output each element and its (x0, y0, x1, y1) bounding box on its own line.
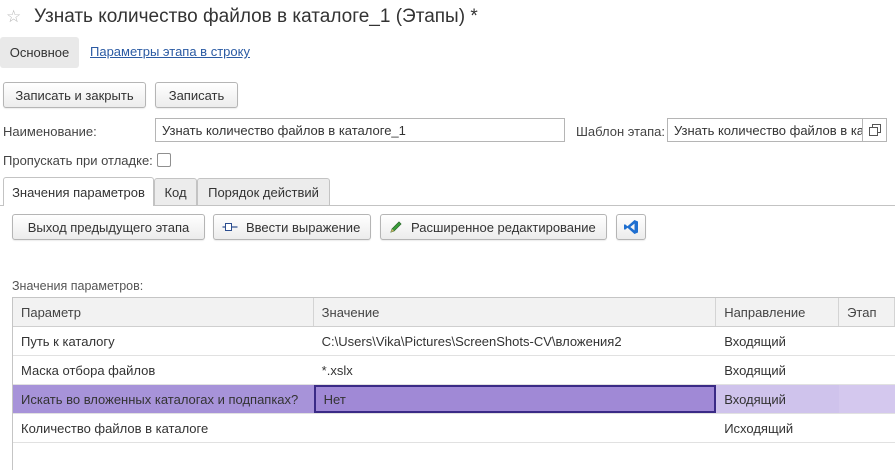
open-form-icon (868, 124, 881, 136)
params-table: Параметр Значение Направление Этап Путь … (12, 297, 895, 470)
vscode-button[interactable] (616, 214, 646, 240)
param-cell: Количество файлов в каталоге (21, 420, 209, 436)
table-header: Параметр Значение Направление Этап (13, 298, 895, 327)
template-label: Шаблон этапа: (576, 124, 666, 139)
param-cell: Маска отбора файлов (21, 362, 156, 378)
vscode-icon (623, 219, 639, 235)
param-cell: Путь к каталогу (21, 333, 115, 349)
enter-expression-label: Ввести выражение (246, 219, 361, 235)
template-field[interactable]: Узнать количество файлов в каталоге_1 (667, 118, 863, 142)
table-row[interactable]: Путь к каталогу C:\Users\Vika\Pictures\S… (13, 327, 895, 356)
value-cell[interactable]: *.xslx (314, 356, 717, 384)
column-header-value[interactable]: Значение (314, 298, 717, 326)
stage-cell (839, 414, 895, 442)
star-icon[interactable]: ☆ (6, 7, 26, 27)
tab-param-values[interactable]: Значения параметров (3, 177, 154, 206)
open-template-button[interactable] (863, 118, 887, 142)
value-cell[interactable] (314, 414, 717, 442)
title-bar: ☆ Узнать количество файлов в каталоге_1 … (6, 4, 478, 30)
stage-cell (839, 385, 895, 413)
direction-cell: Входящий (724, 362, 786, 378)
name-label: Наименование: (3, 124, 97, 139)
advanced-edit-label: Расширенное редактирование (411, 219, 596, 235)
save-button[interactable]: Записать (155, 82, 238, 108)
direction-cell: Входящий (716, 385, 840, 413)
expression-icon (222, 221, 238, 233)
name-field[interactable]: Узнать количество файлов в каталоге_1 (155, 118, 565, 142)
prev-stage-output-button[interactable]: Выход предыдущего этапа (12, 214, 205, 240)
stage-cell (839, 327, 895, 355)
window-title: Узнать количество файлов в каталоге_1 (Э… (34, 6, 478, 27)
tab-actions-order[interactable]: Порядок действий (197, 178, 330, 205)
enter-expression-button[interactable]: Ввести выражение (213, 214, 371, 240)
nav-params-link[interactable]: Параметры этапа в строку (90, 44, 250, 59)
pencil-icon (389, 220, 403, 234)
skip-debug-label: Пропускать при отладке: (3, 153, 153, 168)
skip-debug-checkbox[interactable] (157, 153, 171, 167)
column-header-direction[interactable]: Направление (716, 298, 840, 326)
value-cell[interactable]: C:\Users\Vika\Pictures\ScreenShots-CV\вл… (314, 327, 717, 355)
direction-cell: Входящий (724, 333, 786, 349)
table-row[interactable]: Количество файлов в каталоге Исходящий (13, 414, 895, 443)
table-row[interactable]: Маска отбора файлов *.xslx Входящий (13, 356, 895, 385)
advanced-edit-button[interactable]: Расширенное редактирование (380, 214, 607, 240)
stage-cell (839, 356, 895, 384)
column-header-stage[interactable]: Этап (839, 298, 895, 326)
nav-main-tab[interactable]: Основное (0, 37, 79, 68)
value-cell[interactable]: Нет (313, 385, 717, 413)
column-header-param[interactable]: Параметр (13, 298, 314, 326)
param-cell: Искать во вложенных каталогах и подпапка… (13, 385, 314, 413)
save-and-close-button[interactable]: Записать и закрыть (3, 82, 146, 108)
params-section-label: Значения параметров: (12, 279, 144, 293)
table-row-selected[interactable]: Искать во вложенных каталогах и подпапка… (13, 385, 895, 414)
tab-code[interactable]: Код (154, 178, 197, 205)
direction-cell: Исходящий (724, 420, 794, 436)
